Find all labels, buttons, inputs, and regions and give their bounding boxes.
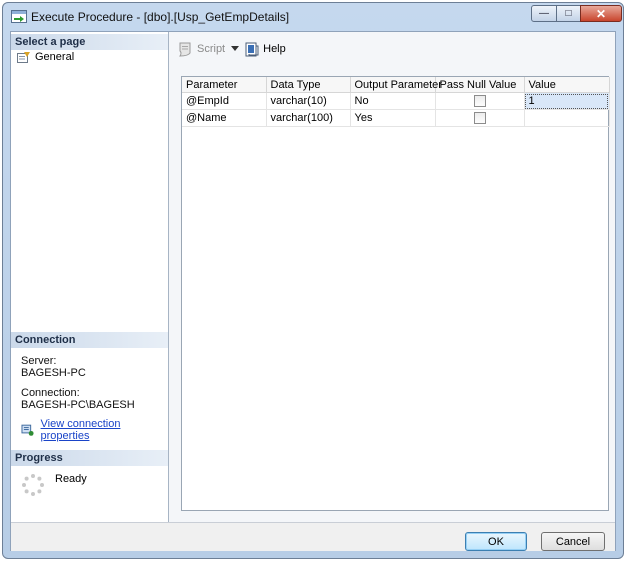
select-page-header: Select a page (11, 34, 168, 50)
script-dropdown-button[interactable] (231, 46, 240, 52)
view-connection-properties-link[interactable]: View connection properties (21, 418, 168, 442)
server-label: Server: (21, 355, 57, 367)
connection-properties-icon (21, 424, 34, 436)
output-parameter-cell: No (350, 92, 436, 110)
grid-header-row: Parameter Data Type Output Parameter Pas… (182, 77, 610, 93)
pass-null-value-cell (435, 109, 525, 127)
table-row: @EmpId varchar(10) No 1 (182, 92, 610, 110)
parameter-cell: @EmpId (182, 92, 267, 110)
page-wrench-icon (17, 52, 30, 63)
ok-button[interactable]: OK (465, 532, 527, 551)
pass-null-checkbox[interactable] (473, 112, 486, 125)
column-header-value[interactable]: Value (524, 77, 610, 93)
progress-status-text: Ready (55, 473, 87, 485)
dialog-client-area: Select a page General Connection Server:… (10, 31, 616, 551)
pass-null-value-cell (435, 92, 525, 110)
page-item-label: General (35, 51, 75, 63)
value-cell[interactable]: 1 (524, 92, 610, 110)
connection-value: BAGESH-PC\BAGESH (21, 399, 135, 411)
parameter-cell: @Name (182, 109, 267, 127)
chevron-down-icon (231, 46, 240, 51)
column-header-data-type[interactable]: Data Type (266, 77, 351, 93)
minimize-button[interactable]: — (531, 5, 557, 22)
table-row: @Name varchar(100) Yes (182, 109, 610, 127)
execute-procedure-icon (11, 10, 27, 23)
cancel-button[interactable]: Cancel (541, 532, 605, 551)
title-bar[interactable]: Execute Procedure - [dbo].[Usp_GetEmpDet… (3, 3, 623, 30)
minimize-icon: — (539, 8, 549, 19)
pass-null-checkbox[interactable] (473, 95, 486, 108)
progress-status: Ready (21, 473, 87, 497)
help-icon (245, 42, 259, 56)
dialog-footer: OK Cancel (11, 522, 615, 551)
right-pane: Script Help Parameter Data Type Output P… (169, 32, 615, 522)
progress-spinner-icon (22, 474, 44, 496)
script-label: Script (197, 43, 226, 55)
column-header-output-parameter[interactable]: Output Parameter (350, 77, 442, 93)
column-header-parameter[interactable]: Parameter (182, 77, 267, 93)
script-button[interactable]: Script (177, 42, 225, 57)
page-item-general[interactable]: General (17, 51, 74, 63)
help-button[interactable]: Help (245, 42, 286, 57)
left-pane: Select a page General Connection Server:… (11, 32, 169, 522)
server-value: BAGESH-PC (21, 367, 86, 379)
help-label: Help (263, 43, 286, 55)
column-header-pass-null-value[interactable]: Pass Null Value (435, 77, 525, 93)
toolbar: Script Help (177, 40, 292, 58)
script-icon (179, 42, 191, 57)
data-type-cell: varchar(100) (266, 109, 351, 127)
connection-header: Connection (11, 332, 168, 348)
view-connection-properties-label: View connection properties (40, 418, 121, 442)
progress-header: Progress (11, 450, 168, 466)
parameters-grid[interactable]: Parameter Data Type Output Parameter Pas… (181, 76, 610, 511)
close-icon: ✕ (595, 6, 607, 21)
maximize-button[interactable]: □ (556, 5, 581, 22)
maximize-icon: □ (565, 8, 572, 19)
window-title: Execute Procedure - [dbo].[Usp_GetEmpDet… (31, 10, 290, 24)
data-type-cell: varchar(10) (266, 92, 351, 110)
execute-procedure-window: Execute Procedure - [dbo].[Usp_GetEmpDet… (2, 2, 624, 559)
output-parameter-cell: Yes (350, 109, 436, 127)
connection-label: Connection: (21, 387, 80, 399)
close-button[interactable]: ✕ (580, 5, 622, 22)
value-cell[interactable] (524, 109, 610, 127)
